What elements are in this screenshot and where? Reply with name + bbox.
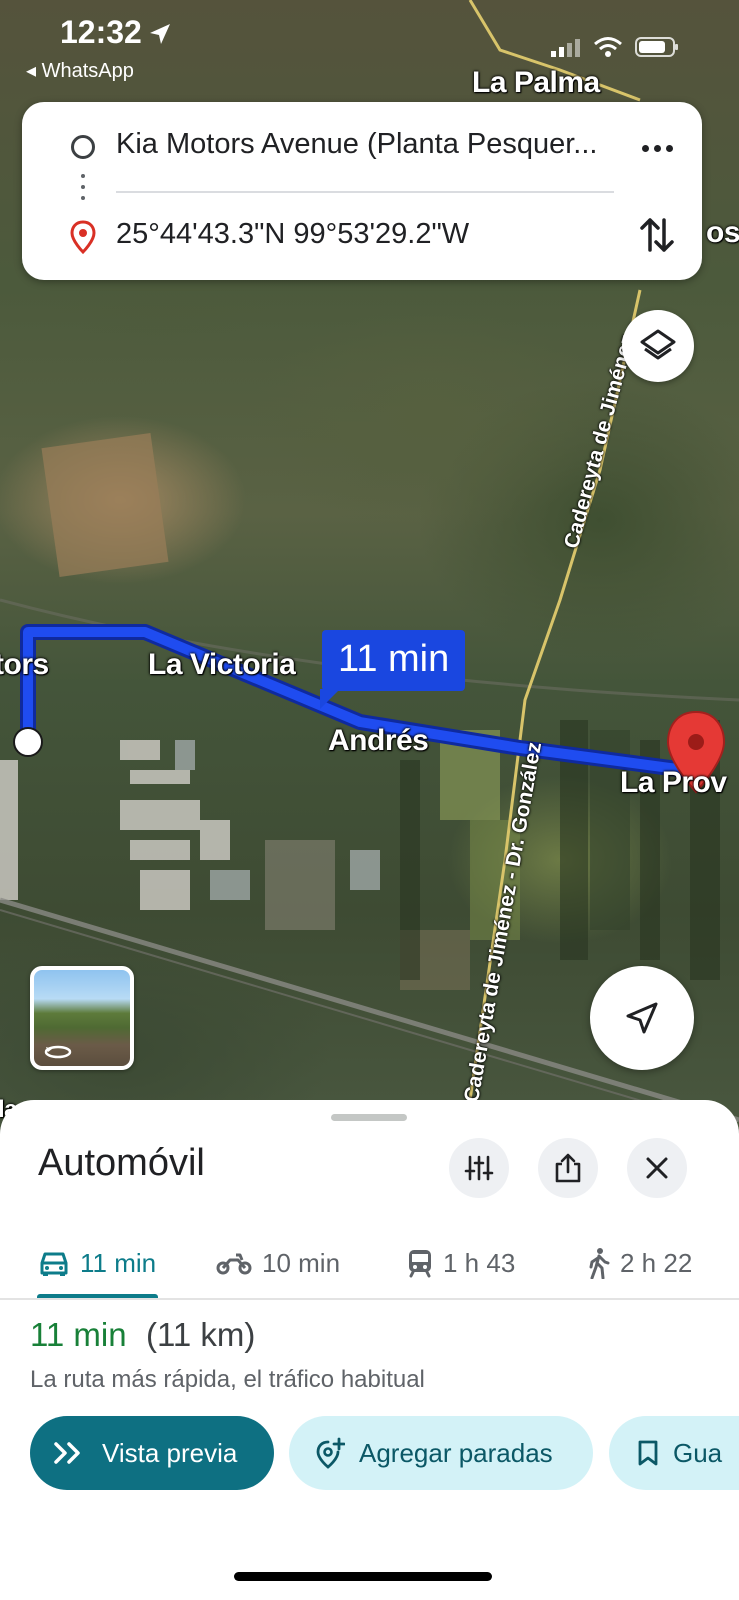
status-time: 12:32: [60, 14, 142, 50]
signal-icon: [551, 39, 580, 57]
walk-icon: [589, 1248, 610, 1279]
sheet-grabber-handle[interactable]: [331, 1114, 407, 1121]
close-icon: [646, 1157, 668, 1179]
my-location-button[interactable]: [590, 966, 694, 1070]
route-distance: (11 km): [146, 1316, 256, 1353]
swap-route-icon[interactable]: [634, 212, 680, 258]
tab-walk-label: 2 h 22: [620, 1247, 693, 1278]
preview-button[interactable]: Vista previa: [30, 1416, 274, 1490]
add-stops-button-label: Agregar paradas: [359, 1437, 553, 1468]
location-arrow-icon: [150, 24, 170, 44]
card-divider: [116, 191, 614, 193]
layers-button[interactable]: [622, 310, 694, 382]
save-button[interactable]: Gua: [609, 1416, 739, 1490]
origin-circle-icon: [71, 135, 95, 159]
tab-transit[interactable]: 1 h 43: [407, 1230, 515, 1296]
route-connector-icon: [81, 174, 85, 200]
wifi-icon: [594, 37, 622, 57]
tab-motorcycle-label: 10 min: [262, 1247, 341, 1278]
street-view-thumbnail[interactable]: [30, 966, 134, 1070]
share-icon: [555, 1153, 581, 1183]
preview-button-label: Vista previa: [102, 1437, 238, 1468]
place-label-andres: Andrés: [328, 724, 429, 757]
tab-transit-label: 1 h 43: [443, 1247, 516, 1278]
bookmark-icon: [638, 1440, 658, 1466]
status-icons: [551, 36, 679, 58]
home-indicator[interactable]: [234, 1572, 492, 1581]
route-duration: 11 min: [30, 1316, 127, 1353]
route-options-button[interactable]: [449, 1138, 509, 1198]
route-time-bubble[interactable]: 11 min: [319, 630, 466, 709]
destination-field[interactable]: 25°44'43.3"N 99°53'29.2"W: [116, 218, 469, 251]
tab-walk[interactable]: 2 h 22: [588, 1230, 692, 1296]
navigation-arrow-icon: [626, 1002, 658, 1034]
more-options-button[interactable]: [632, 128, 682, 168]
tabs-divider: [0, 1298, 739, 1300]
destination-pin-icon: [70, 220, 96, 254]
tab-motorcycle[interactable]: 10 min: [216, 1230, 340, 1296]
motorcycle-icon: [216, 1253, 252, 1275]
travel-mode-tabs: 11 min 10 min 1 h 43 2 h 22: [0, 1230, 739, 1300]
route-description: La ruta más rápida, el tráfico habitual: [30, 1366, 425, 1393]
add-location-icon: [316, 1437, 345, 1469]
rotate-360-icon: [44, 1045, 72, 1059]
sliders-icon: [464, 1155, 494, 1181]
place-label-la-prov: La Prov: [620, 766, 727, 799]
battery-icon: [635, 37, 678, 57]
double-chevron-icon: [54, 1442, 80, 1464]
place-label-la-victoria: La Victoria: [148, 648, 296, 681]
tab-car[interactable]: 11 min: [38, 1230, 156, 1296]
place-label-tors: tors: [0, 648, 49, 681]
share-button[interactable]: [538, 1138, 598, 1198]
close-button[interactable]: [627, 1138, 687, 1198]
origin-marker[interactable]: [13, 727, 43, 757]
add-stops-button[interactable]: Agregar paradas: [289, 1416, 593, 1490]
transit-icon: [409, 1250, 431, 1278]
save-button-label: Gua: [673, 1437, 723, 1468]
layers-icon: [640, 329, 676, 360]
tab-car-label: 11 min: [80, 1247, 157, 1278]
back-to-app-link[interactable]: ◂ WhatsApp: [26, 58, 134, 83]
place-label-la-palma: La Palma: [472, 66, 600, 99]
travel-mode-title: Automóvil: [38, 1142, 205, 1184]
route-search-card: Kia Motors Avenue (Planta Pesquer... 25°…: [22, 102, 702, 280]
car-icon: [40, 1252, 68, 1276]
place-label-os-edge: os: [706, 216, 739, 249]
origin-field[interactable]: Kia Motors Avenue (Planta Pesquer...: [116, 128, 616, 161]
